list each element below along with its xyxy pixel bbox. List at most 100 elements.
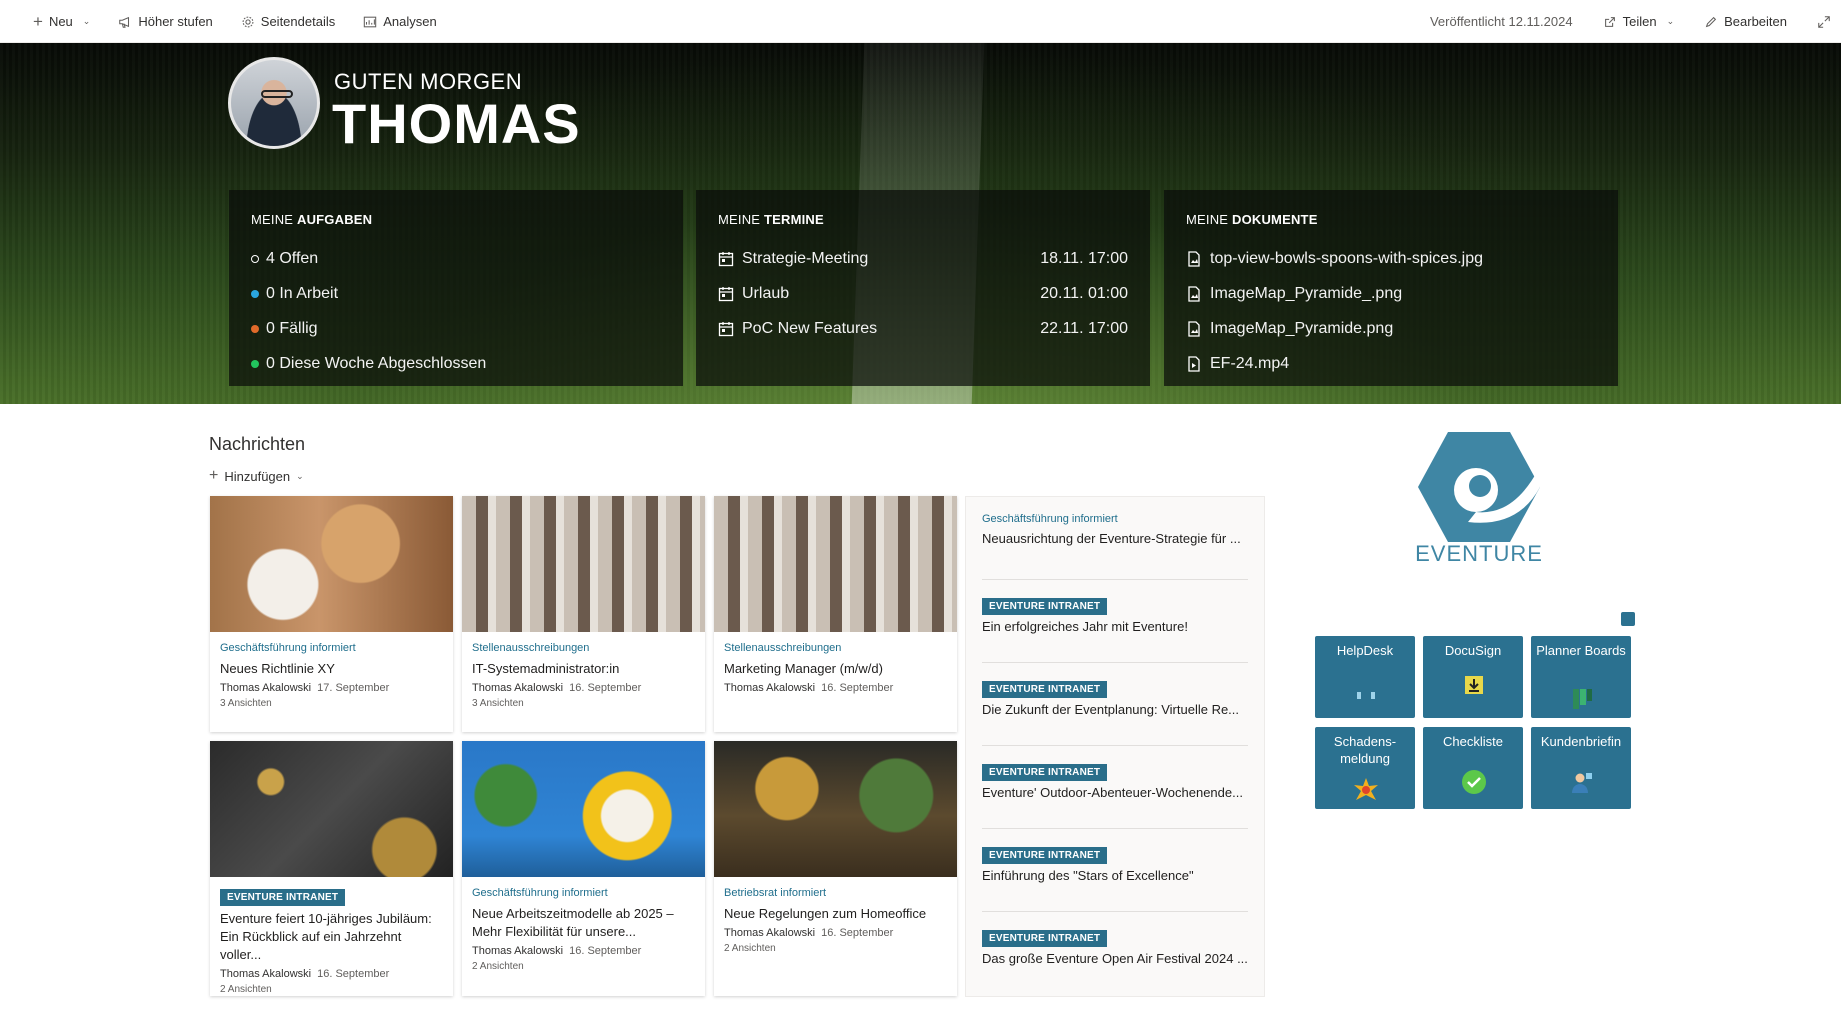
megaphone-icon [119,16,130,28]
new-button[interactable]: + Neu ⌄ [33,0,90,43]
document-row[interactable]: ImageMap_Pyramide.png [1186,311,1596,346]
news-list-title[interactable]: Die Zukunft der Eventplanung: Virtuelle … [982,702,1248,717]
news-category: Betriebsrat informiert [724,887,827,899]
tile-label: Planner Boards [1536,643,1626,658]
tile-label: HelpDesk [1336,643,1394,658]
news-list-title[interactable]: Ein erfolgreiches Jahr mit Eventure! [982,619,1248,634]
chevron-down-icon: ⌄ [82,16,91,26]
document-label: ImageMap_Pyramide_.png [1210,284,1403,302]
documents-title: MEINE DOKUMENTE [1186,212,1596,227]
new-label: Neu [48,14,73,29]
news-meta: Thomas Akalowski 16. September [220,968,443,980]
news-card[interactable]: EVENTURE INTRANET Eventure feiert 10-jäh… [210,741,453,996]
news-list-title[interactable]: Eventure' Outdoor-Abenteuer-Wochenende..… [982,785,1248,800]
news-card[interactable]: Stellenausschreibungen Marketing Manager… [714,496,957,732]
document-row[interactable]: EF-24.mp4 [1186,346,1596,381]
download-icon [1465,676,1483,694]
news-views: 2 Ansichten [220,984,272,995]
news-list-item[interactable]: EVENTURE INTRANET Ein erfolgreiches Jahr… [982,580,1248,663]
image-file-icon [1188,285,1200,302]
documents-title-bold: DOKUMENTE [1231,212,1318,227]
news-title-link[interactable]: Neues Richtlinie XY [220,660,443,678]
tile-label: Schadens-meldung [1333,734,1397,766]
news-list-title[interactable]: Einführung des "Stars of Excellence" [982,868,1248,883]
news-meta: Thomas Akalowski 16. September [724,682,947,694]
news-views: 2 Ansichten [472,961,524,972]
news-author: Thomas Akalowski [472,945,564,957]
task-row-in-progress[interactable]: 0 In Arbeit [251,276,661,311]
news-views: 3 Ansichten [220,698,272,709]
news-author: Thomas Akalowski [724,682,816,694]
news-title-link[interactable]: Neue Regelungen zum Homeoffice [724,905,947,923]
plus-icon: + [209,467,219,484]
news-card[interactable]: Geschäftsführung informiert Neue Arbeits… [462,741,705,996]
expand-icon [1818,15,1830,28]
chevron-down-icon: ⌄ [296,470,304,481]
news-list-title[interactable]: Neuausrichtung der Eventure-Strategie fü… [982,531,1248,546]
documents-panel: MEINE DOKUMENTE top-view-bowls-spoons-wi… [1164,190,1618,386]
tasks-title-bold: AUFGABEN [296,212,373,227]
news-list-item[interactable]: Geschäftsführung informiert Neuausrichtu… [982,497,1248,580]
tile-schadensmeldung[interactable]: Schadens-meldung [1315,727,1415,809]
tile-checkliste[interactable]: Checkliste [1423,727,1523,809]
news-meta: Thomas Akalowski 16. September [472,682,695,694]
news-views: 2 Ansichten [724,943,776,954]
news-badge: EVENTURE INTRANET [220,889,346,906]
page-details-label: Seitendetails [260,14,336,29]
task-row-due[interactable]: 0 Fällig [251,311,661,346]
task-label: 0 In Arbeit [266,284,339,302]
news-list-item[interactable]: EVENTURE INTRANET Das große Eventure Ope… [982,912,1248,995]
tile-kundenbriefin[interactable]: Kundenbriefin [1531,727,1631,809]
analytics-icon [364,16,377,27]
document-row[interactable]: top-view-bowls-spoons-with-spices.jpg [1186,241,1596,276]
appointment-row[interactable]: PoC New Features 22.11. 17:00 [718,311,1128,346]
expand-button[interactable] [1817,0,1831,43]
share-label: Teilen [1622,14,1657,29]
news-card[interactable]: Geschäftsführung informiert Neues Richtl… [210,496,453,732]
pencil-icon [1705,16,1717,27]
news-category: Geschäftsführung informiert [220,642,356,654]
news-list: Geschäftsführung informiert Neuausrichtu… [965,496,1265,997]
appointment-date: 20.11. 01:00 [1040,284,1128,302]
news-title: Nachrichten [209,434,306,454]
news-badge: EVENTURE INTRANET [982,930,1108,947]
news-list-item[interactable]: EVENTURE INTRANET Einführung des "Stars … [982,829,1248,912]
add-news-button[interactable]: + Hinzufügen ⌄ [209,467,304,485]
news-title-link[interactable]: Marketing Manager (m/w/d) [724,660,947,678]
news-author: Thomas Akalowski [472,682,564,694]
news-title-link[interactable]: IT-Systemadministrator:in [472,660,695,678]
damage-icon [1354,778,1378,800]
promote-button[interactable]: Höher stufen [118,0,213,43]
task-row-open[interactable]: 4 Offen [251,241,661,276]
news-title-link[interactable]: Neue Arbeitszeitmodelle ab 2025 – Mehr F… [472,905,695,941]
news-date: 17. September [317,682,390,694]
appointment-row[interactable]: Urlaub 20.11. 01:00 [718,276,1128,311]
news-list-title[interactable]: Das große Eventure Open Air Festival 202… [982,951,1248,966]
document-row[interactable]: ImageMap_Pyramide_.png [1186,276,1596,311]
news-card[interactable]: Stellenausschreibungen IT-Systemadminist… [462,496,705,732]
news-list-item[interactable]: EVENTURE INTRANET Die Zukunft der Eventp… [982,663,1248,746]
news-views: 3 Ansichten [472,698,524,709]
tile-label: DocuSign [1444,643,1502,658]
task-label: 4 Offen [266,249,319,267]
news-date: 16. September [821,682,894,694]
tile-docusign[interactable]: DocuSign [1423,636,1523,718]
news-image-clock [462,741,705,877]
analytics-button[interactable]: Analysen [363,0,437,43]
edit-button[interactable]: Bearbeiten [1704,0,1787,43]
hero-banner: GUTEN MORGEN THOMAS MEINE AUFGABEN 4 Off… [0,43,1841,404]
news-title-link[interactable]: Eventure feiert 10-jähriges Jubiläum: Ei… [220,910,443,964]
page-details-button[interactable]: Seitendetails [241,0,335,43]
calendar-small-icon[interactable] [1621,612,1635,626]
news-author: Thomas Akalowski [220,968,312,980]
tile-helpdesk[interactable]: HelpDesk [1315,636,1415,718]
task-row-completed[interactable]: 0 Diese Woche Abgeschlossen [251,346,661,381]
appointment-row[interactable]: Strategie-Meeting 18.11. 17:00 [718,241,1128,276]
news-card[interactable]: Betriebsrat informiert Neue Regelungen z… [714,741,957,996]
avatar [228,57,320,149]
image-file-icon [1188,250,1200,267]
share-button[interactable]: Teilen ⌄ [1603,0,1674,43]
news-list-item[interactable]: EVENTURE INTRANET Eventure' Outdoor-Aben… [982,746,1248,829]
tile-planner-boards[interactable]: Planner Boards [1531,636,1631,718]
edit-label: Bearbeiten [1724,14,1787,29]
